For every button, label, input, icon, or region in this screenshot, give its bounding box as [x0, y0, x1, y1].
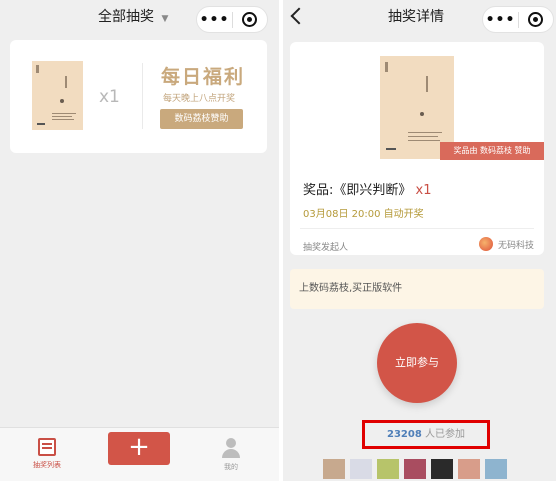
join-lottery-button[interactable]: 立即参与	[377, 323, 457, 403]
book-cover-image	[32, 61, 83, 130]
avatar[interactable]	[458, 459, 480, 479]
add-lottery-button[interactable]: +	[108, 432, 170, 465]
avatar[interactable]	[350, 459, 372, 479]
draw-time: 03月08日 20:00 自动开奖	[303, 209, 424, 220]
tab-label-lottery-list: 抽奖列表	[33, 461, 61, 469]
tab-lottery-list[interactable]: 抽奖列表	[22, 438, 72, 470]
prize-multiplier: x1	[415, 183, 432, 198]
host-name: 无码科技	[497, 240, 534, 251]
daily-welfare-title: 每日福利	[161, 66, 246, 88]
list-icon	[38, 438, 56, 456]
sponsor-badge: 数码荔枝赞助	[160, 109, 243, 129]
participants-suffix: 人已参加	[424, 429, 465, 440]
page-title: 抽奖详情	[388, 9, 444, 25]
target-icon	[242, 12, 258, 27]
prize-name: 奖品:《即兴判断》	[303, 183, 412, 198]
close-program-button[interactable]	[233, 12, 267, 27]
lottery-card[interactable]: x1 每日福利 每天晚上八点开奖 数码荔枝赞助	[10, 40, 267, 153]
top-bar: 全部抽奖 ▼ •••	[0, 0, 279, 38]
draw-schedule-text: 每天晚上八点开奖	[163, 94, 236, 104]
avatar[interactable]	[323, 459, 345, 479]
close-program-button[interactable]	[519, 12, 553, 27]
top-bar: 抽奖详情 •••	[283, 0, 556, 38]
card-divider	[142, 63, 143, 129]
prize-card: 奖品由 数码荔枝 赞助 奖品:《即兴判断》 x1 03月08日 20:00 自动…	[290, 42, 544, 255]
sponsor-notice: 上数码荔枝,买正版软件	[290, 269, 544, 309]
avatar[interactable]	[377, 459, 399, 479]
avatar[interactable]	[485, 459, 507, 479]
avatar[interactable]	[404, 459, 426, 479]
more-icon[interactable]: •••	[197, 10, 232, 30]
caret-down-icon: ▼	[161, 14, 169, 24]
participants-number: 23208	[387, 429, 422, 440]
target-icon	[528, 12, 544, 27]
card-divider	[300, 228, 534, 229]
participant-avatars	[323, 459, 512, 479]
prize-multiplier: x1	[99, 87, 120, 107]
tab-label-me: 我的	[224, 463, 238, 471]
participants-count: 23208 人已参加	[362, 420, 490, 449]
page-title: 全部抽奖	[98, 9, 154, 25]
back-arrow-icon[interactable]	[290, 7, 308, 25]
mini-program-capsule: •••	[196, 6, 268, 33]
tab-me[interactable]: 我的	[206, 438, 256, 472]
lottery-detail-screen: 抽奖详情 ••• 奖品由 数码荔枝 赞助 奖品:《即兴判断》 x1 03月08日…	[283, 0, 556, 481]
mini-program-capsule: •••	[482, 6, 554, 33]
lottery-list-screen: 全部抽奖 ▼ ••• x1 每日福利 每天晚上八点开奖 数码荔枝赞助 抽奖列表	[0, 0, 279, 481]
host-label: 抽奖发起人	[303, 243, 349, 253]
page-title-dropdown[interactable]: 全部抽奖 ▼	[98, 6, 168, 26]
sponsor-ribbon: 奖品由 数码荔枝 赞助	[440, 142, 544, 160]
user-icon	[221, 438, 241, 458]
host-info[interactable]: 无码科技	[478, 237, 534, 251]
prize-title-line: 奖品:《即兴判断》 x1	[303, 179, 432, 198]
more-icon[interactable]: •••	[483, 10, 518, 30]
host-avatar-icon	[478, 237, 493, 251]
avatar[interactable]	[431, 459, 453, 479]
